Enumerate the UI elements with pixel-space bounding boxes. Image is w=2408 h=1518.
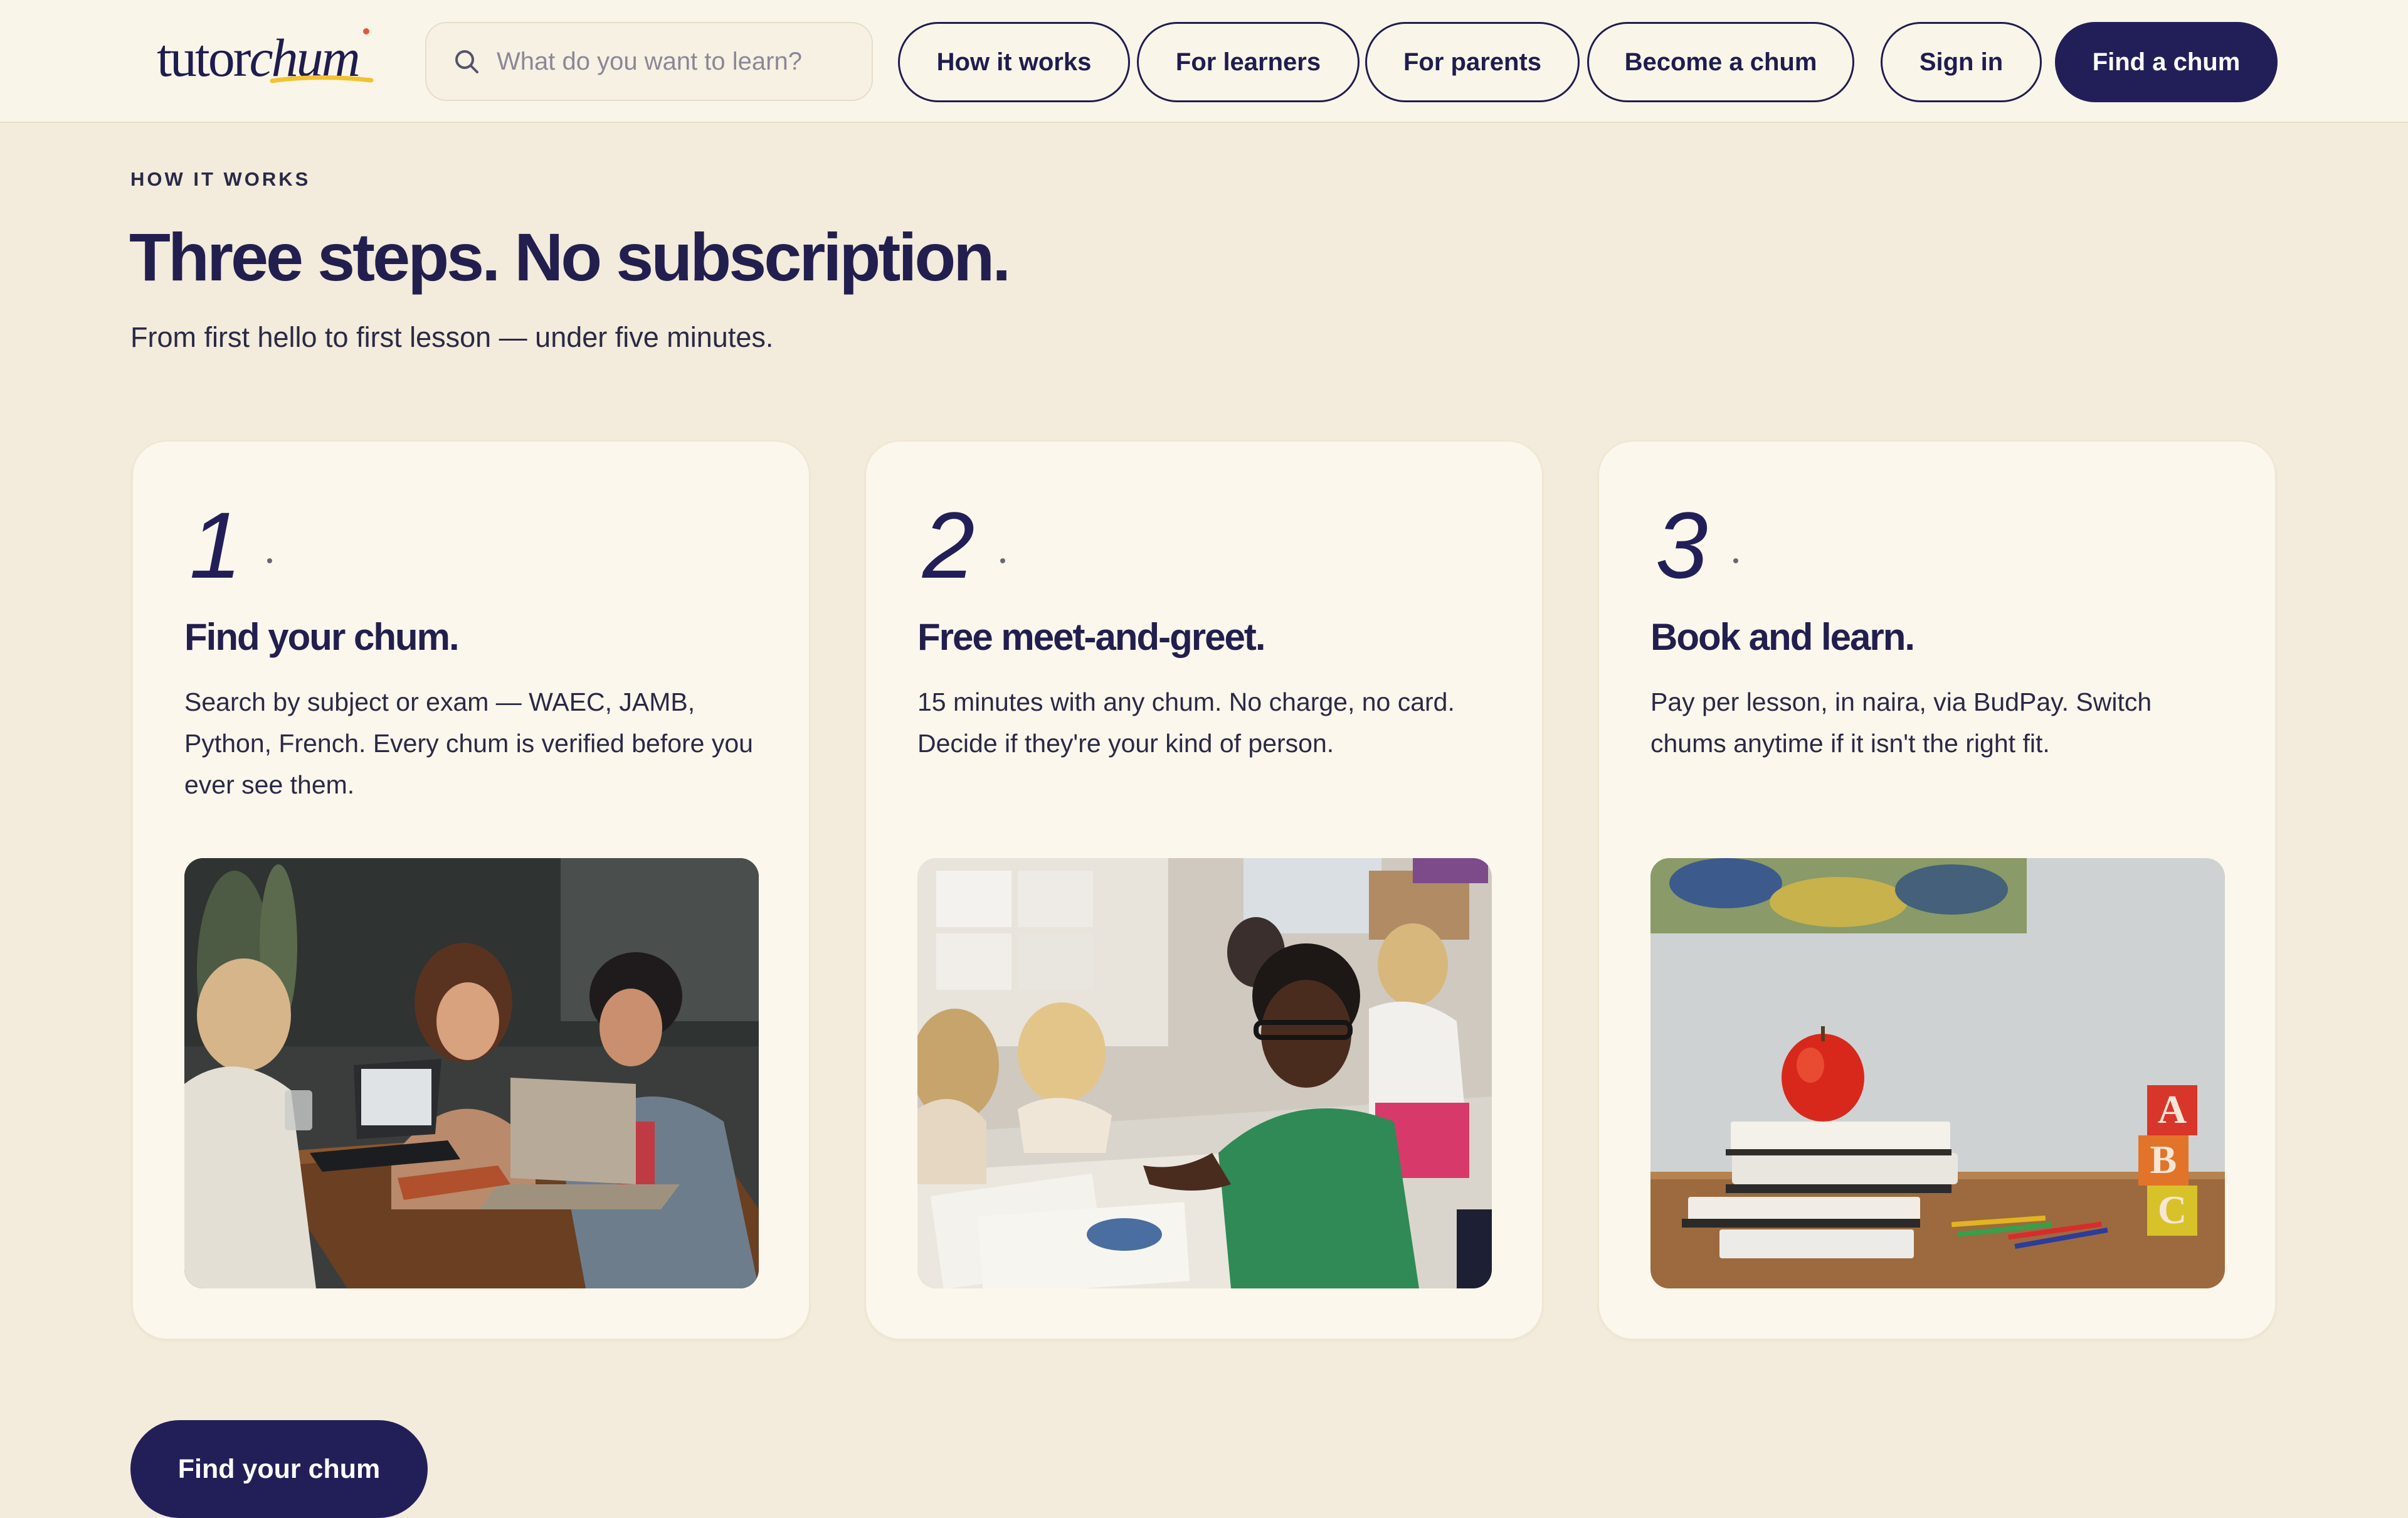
- step-number: 1: [189, 492, 242, 598]
- step-card-1: 1 Find your chum. Search by subject or e…: [132, 440, 810, 1340]
- step-title: Book and learn.: [1650, 616, 1915, 658]
- section-eyebrow: HOW IT WORKS: [130, 168, 311, 190]
- search-icon: [455, 50, 478, 73]
- page-subtitle: From first hello to first lesson — under…: [130, 321, 774, 353]
- step-card-3: 3 Book and learn. Pay per lesson, in nai…: [1598, 440, 2276, 1340]
- search-input[interactable]: [495, 46, 849, 77]
- nav-for-learners[interactable]: For learners: [1137, 22, 1360, 102]
- search-bar[interactable]: [425, 22, 873, 101]
- svg-text:B: B: [2150, 1137, 2177, 1182]
- logo-text-tutor: tutor: [157, 28, 251, 88]
- nav-become-a-chum[interactable]: Become a chum: [1587, 22, 1854, 102]
- step-image: A B C: [1650, 858, 2225, 1288]
- step-number: 2: [922, 492, 975, 598]
- svg-text:C: C: [2158, 1187, 2187, 1232]
- step-title: Free meet-and-greet.: [917, 616, 1265, 658]
- step-number-dot: [267, 558, 272, 563]
- logo-spark-icon: [363, 28, 369, 34]
- sign-in-button[interactable]: Sign in: [1881, 22, 2042, 102]
- step-image: [184, 858, 759, 1288]
- page-title: Three steps. No subscription.: [129, 219, 1011, 295]
- step-card-2: 2 Free meet-and-greet. 15 minutes with a…: [865, 440, 1543, 1340]
- step-title: Find your chum.: [184, 616, 460, 658]
- nav-how-it-works[interactable]: How it works: [898, 22, 1130, 102]
- step-description: 15 minutes with any chum. No charge, no …: [917, 687, 1455, 758]
- find-your-chum-button[interactable]: Find your chum: [130, 1420, 428, 1518]
- step-number: 3: [1656, 492, 1708, 598]
- step-number-dot: [1733, 558, 1738, 563]
- step-description: Search by subject or exam — WAEC, JAMB, …: [184, 687, 753, 799]
- step-number-dot: [1000, 558, 1005, 563]
- site-header: tutorchum How it works For learners For …: [0, 0, 2408, 123]
- step-image: [917, 858, 1492, 1288]
- tutorchum-logo[interactable]: tutorchum: [157, 26, 374, 89]
- nav-for-parents[interactable]: For parents: [1365, 22, 1580, 102]
- find-a-chum-button[interactable]: Find a chum: [2055, 22, 2278, 102]
- logo-underline-icon: [270, 75, 374, 83]
- svg-text:A: A: [2158, 1087, 2187, 1132]
- step-description: Pay per lesson, in naira, via BudPay. Sw…: [1650, 687, 2152, 758]
